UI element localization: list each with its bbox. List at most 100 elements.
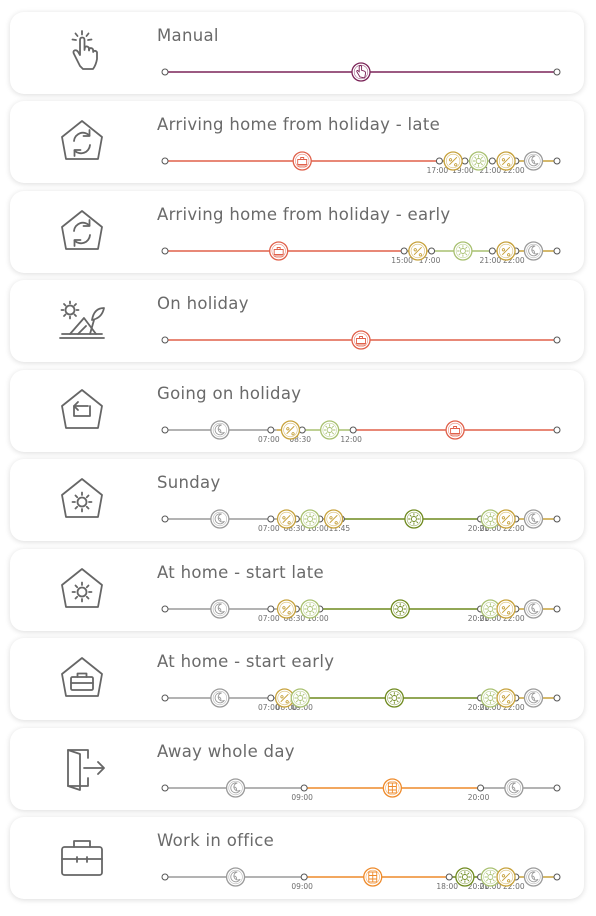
timeline-node <box>300 784 308 792</box>
timeline-time-label: 07:00 <box>258 524 280 533</box>
timeline-chart <box>161 62 561 82</box>
timeline-node <box>553 157 561 165</box>
schedule-timeline[interactable] <box>160 316 570 356</box>
timeline-marker-moon <box>523 151 544 171</box>
timeline-marker-moon <box>523 509 544 529</box>
timeline-marker-suitcase <box>269 241 289 261</box>
schedule-card[interactable]: Work in office 09:0018:0020:0021:0022:00 <box>10 817 584 899</box>
timeline-chart: 07:00 08:30 12:00 <box>161 420 561 444</box>
timeline-node <box>428 247 436 255</box>
schedule-card[interactable]: At home - start late 07:00 08:30 10:00 20:0… <box>10 549 584 631</box>
timeline-time-label: 17:00 <box>427 166 449 175</box>
schedule-timeline[interactable]: 07:0008:3010:0011:4520:0021:0022:00 <box>160 495 570 535</box>
timeline-marker-moon <box>225 867 246 887</box>
timeline-marker-moon <box>504 778 524 798</box>
timeline-marker-moon <box>523 867 544 887</box>
timeline-node <box>553 694 561 702</box>
schedule-card[interactable]: Arriving home from holiday - late 17:00 1… <box>10 101 584 183</box>
timeline-node <box>553 426 561 434</box>
schedule-timeline[interactable] <box>160 48 570 88</box>
timeline-marker-sun <box>390 599 410 619</box>
schedule-timeline[interactable]: 07:0008:0009:0020:0021:0022:00 <box>160 674 570 714</box>
briefcase-icon <box>56 831 108 883</box>
schedule-card[interactable]: On holiday <box>10 280 584 362</box>
schedule-card[interactable]: Arriving home from holiday - early 15:00… <box>10 191 584 273</box>
timeline-node <box>161 515 169 523</box>
timeline-node <box>161 157 169 165</box>
schedule-card[interactable]: Away whole day 09:00 20:00 <box>10 728 584 810</box>
timeline-chart <box>161 330 561 350</box>
timeline-node <box>553 515 561 523</box>
timeline-chart: 07:0008:3010:0011:4520:0021:0022:00 <box>161 509 561 533</box>
timeline-chart: 09:0018:0020:0021:0022:00 <box>161 867 561 891</box>
timeline-marker-percent <box>496 688 516 708</box>
timeline-node <box>553 784 561 792</box>
timeline-marker-sun <box>290 688 310 708</box>
door-exit-icon <box>56 742 108 794</box>
house-cycle-icon <box>56 115 108 167</box>
house-briefcase-icon <box>56 652 108 704</box>
hand-touch-icon <box>56 26 108 78</box>
timeline-marker-suitcase <box>292 151 312 171</box>
schedule-title: At home - start early <box>157 652 335 671</box>
timeline-marker-moon <box>210 599 230 619</box>
timeline-node <box>161 694 169 702</box>
schedule-title: Manual <box>157 26 219 45</box>
schedule-timeline[interactable]: 09:0018:0020:0021:0022:00 <box>160 853 570 893</box>
timeline-node <box>400 247 408 255</box>
timeline-node <box>267 694 275 702</box>
timeline-marker-percent <box>496 867 516 887</box>
timeline-chart: 07:0008:3010:0020:0021:0022:00 <box>161 599 561 623</box>
timeline-marker-sun <box>300 509 320 529</box>
schedule-card[interactable]: Manual <box>10 12 584 94</box>
timeline-marker-sun <box>455 867 475 887</box>
timeline-time-label: 21:00 <box>480 256 502 265</box>
timeline-node <box>298 426 306 434</box>
schedule-card[interactable]: Going on holiday 07:00 08:30 12:00 <box>10 370 584 452</box>
schedule-timeline[interactable]: 17:00 19:00 21:00 22:00 <box>160 137 570 177</box>
schedule-title: Work in office <box>157 831 275 850</box>
schedule-title: Going on holiday <box>157 384 302 403</box>
timeline-node <box>267 515 275 523</box>
schedule-title: Away whole day <box>157 742 295 761</box>
timeline-time-label: 07:00 <box>258 435 280 444</box>
timeline-marker-percent <box>443 151 463 171</box>
timeline-time-label: 15:00 <box>391 256 413 265</box>
timeline-node <box>445 873 453 881</box>
timeline-marker-suitcase <box>351 330 371 350</box>
timeline-time-label: 09:00 <box>291 882 313 891</box>
timeline-marker-sun <box>384 688 404 708</box>
schedule-title: At home - start late <box>157 563 324 582</box>
timeline-chart: 15:00 17:00 21:00 22:00 <box>161 241 561 265</box>
house-exit-icon <box>56 384 108 436</box>
timeline-marker-hand <box>351 62 371 82</box>
timeline-node <box>553 68 561 76</box>
timeline-chart: 07:0008:0009:0020:0021:0022:00 <box>161 688 561 712</box>
timeline-node <box>477 784 485 792</box>
timeline-node <box>161 68 169 76</box>
schedule-timeline[interactable]: 15:00 17:00 21:00 22:00 <box>160 227 570 267</box>
timeline-node <box>161 247 169 255</box>
timeline-marker-moon <box>523 599 544 619</box>
timeline-node <box>267 426 275 434</box>
schedule-title: Sunday <box>157 473 221 492</box>
schedule-list: Manual Arriving home from holiday - late… <box>0 0 596 916</box>
schedule-timeline[interactable]: 07:00 08:30 12:00 <box>160 406 570 446</box>
timeline-marker-sun <box>453 241 473 261</box>
schedule-card[interactable]: At home - start early 07:00 08:00 09:00 20:… <box>10 638 584 720</box>
timeline-marker-building <box>363 867 383 887</box>
schedule-timeline[interactable]: 09:00 20:00 <box>160 764 570 804</box>
timeline-marker-percent <box>323 509 344 529</box>
timeline-time-label: 12:00 <box>340 435 362 444</box>
timeline-node <box>161 336 169 344</box>
timeline-time-label: 07:00 <box>258 614 280 623</box>
timeline-marker-sun <box>404 509 424 529</box>
schedule-timeline[interactable]: 07:0008:3010:0020:0021:0022:00 <box>160 585 570 625</box>
schedule-title: Arriving home from holiday - late <box>157 115 441 134</box>
house-cycle-icon <box>56 205 108 257</box>
timeline-marker-percent <box>280 420 301 440</box>
timeline-marker-sun <box>300 599 320 619</box>
house-sun-icon <box>56 473 108 525</box>
schedule-card[interactable]: Sunday 07:0008:3010:0011:4520:0021:0022:… <box>10 459 584 541</box>
house-sun-icon <box>56 563 108 615</box>
